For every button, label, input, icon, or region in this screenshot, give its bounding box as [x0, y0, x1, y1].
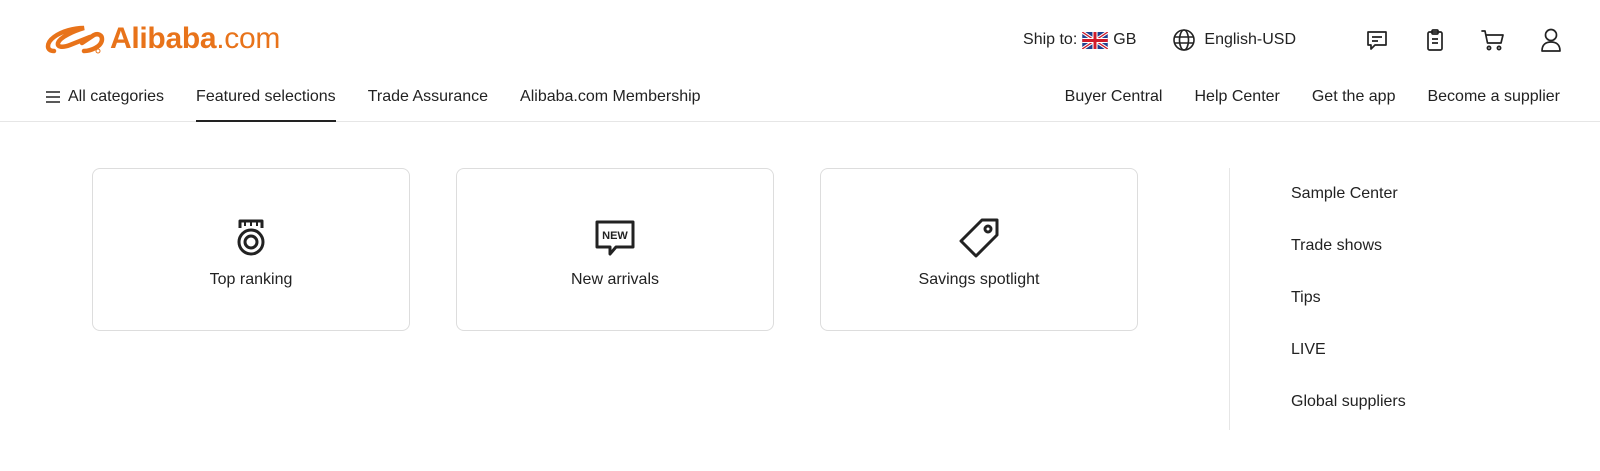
message-button[interactable] — [1364, 27, 1390, 53]
trade-shows-link[interactable]: Trade shows — [1291, 232, 1406, 284]
card-top-ranking-label: Top ranking — [209, 270, 293, 288]
nav-left: All categories Featured selections Trade… — [46, 72, 733, 122]
logo-text: Alibaba.com — [110, 22, 281, 55]
language-label: English-USD — [1204, 31, 1296, 48]
card-new-arrivals[interactable]: NEW New arrivals — [456, 168, 774, 331]
card-savings-spotlight[interactable]: Savings spotlight — [820, 168, 1138, 331]
tab-alibaba-membership-label: Alibaba.com Membership — [520, 88, 701, 105]
featured-side-links: Sample Center Trade shows Tips LIVE Glob… — [1291, 180, 1406, 440]
top-bar: Alibaba.com Ship to: GB English-USD — [0, 0, 1600, 80]
menu-divider — [1229, 168, 1230, 430]
sample-center-link[interactable]: Sample Center — [1291, 180, 1406, 232]
all-categories-menu[interactable]: All categories — [46, 72, 164, 122]
nav-right: Buyer Central Help Center Get the app Be… — [1033, 72, 1560, 122]
message-icon — [1367, 31, 1387, 50]
all-categories-label: All categories — [68, 88, 165, 105]
tab-featured-selections[interactable]: Featured selections — [196, 72, 336, 122]
medal-icon — [237, 219, 265, 255]
language-currency-selector[interactable]: English-USD — [1172, 28, 1296, 52]
get-the-app-link[interactable]: Get the app — [1312, 88, 1396, 106]
account-button[interactable] — [1538, 27, 1564, 53]
tab-featured-selections-label: Featured selections — [196, 88, 336, 105]
ship-to-selector[interactable]: Ship to: GB — [1023, 31, 1136, 49]
cart-icon — [1481, 30, 1504, 51]
tips-link[interactable]: Tips — [1291, 284, 1406, 336]
help-center-link[interactable]: Help Center — [1194, 88, 1279, 106]
card-savings-spotlight-label: Savings spotlight — [918, 270, 1040, 288]
tab-trade-assurance-label: Trade Assurance — [367, 88, 489, 105]
featured-cards: Top ranking NEW New arrivals Savings spo… — [92, 168, 1138, 331]
header-actions: Ship to: GB English-USD — [1023, 22, 1564, 58]
menu-icon — [46, 91, 60, 103]
alibaba-logo[interactable]: Alibaba.com — [44, 18, 280, 60]
become-a-supplier-link[interactable]: Become a supplier — [1427, 88, 1560, 106]
tab-trade-assurance[interactable]: Trade Assurance — [368, 72, 488, 122]
new-badge-icon: NEW — [595, 220, 635, 255]
global-suppliers-link[interactable]: Global suppliers — [1291, 388, 1406, 440]
new-badge-text: NEW — [602, 230, 628, 242]
page: Alibaba.com Ship to: GB English-USD All … — [0, 0, 1600, 471]
cart-button[interactable] — [1480, 27, 1506, 53]
card-new-arrivals-label: New arrivals — [570, 270, 659, 288]
uk-flag-icon — [1082, 31, 1109, 49]
orders-button[interactable] — [1422, 27, 1448, 53]
account-icon — [1541, 28, 1561, 52]
tab-alibaba-membership[interactable]: Alibaba.com Membership — [520, 72, 701, 122]
ship-to-country: GB — [1113, 31, 1137, 48]
ship-to-label: Ship to: — [1023, 31, 1078, 48]
card-top-ranking[interactable]: Top ranking — [92, 168, 410, 331]
price-tag-icon — [959, 218, 999, 257]
globe-icon — [1173, 29, 1196, 51]
buyer-central-link[interactable]: Buyer Central — [1065, 88, 1163, 106]
main-navigation: All categories Featured selections Trade… — [0, 72, 1600, 122]
live-link[interactable]: LIVE — [1291, 336, 1406, 388]
orders-icon — [1427, 29, 1443, 51]
alibaba-logo-icon — [45, 25, 105, 54]
